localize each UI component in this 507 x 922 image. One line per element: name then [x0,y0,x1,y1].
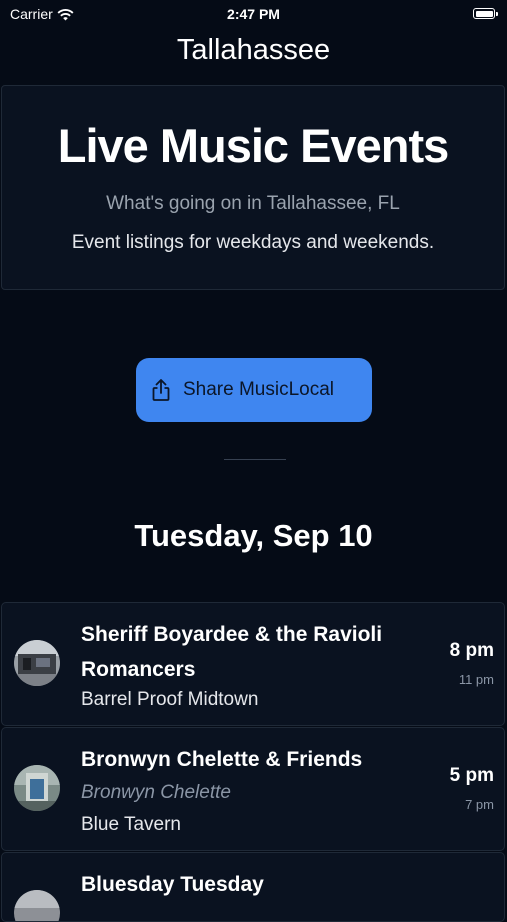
nav-title: Tallahassee [176,34,331,66]
divider [224,459,286,460]
share-icon [152,379,170,401]
event-venue: Blue Tavern [81,814,181,835]
event-title: Sheriff Boyardee & the Ravioli Romancers [81,623,383,681]
status-time: 2:47 PM [227,6,280,22]
hero-card: Live Music Events What's going on in Tal… [1,85,505,290]
event-title: Bronwyn Chelette & Friends [81,748,363,771]
event-card[interactable]: Sheriff Boyardee & the Ravioli Romancers… [1,602,505,726]
event-title: Bluesday Tuesday [81,873,264,896]
event-card[interactable]: Bronwyn Chelette & Friends Bronwyn Chele… [1,727,505,851]
event-artist: Bronwyn Chelette [81,782,231,803]
hero-title: Live Music Events [57,119,450,172]
event-thumbnail [14,890,60,921]
hero-subtitle: What's going on in Tallahassee, FL [106,193,400,214]
hero-description: Event listings for weekdays and weekends… [71,232,435,253]
event-venue: Barrel Proof Midtown [81,689,259,710]
date-heading: Tuesday, Sep 10 [134,518,373,553]
share-button[interactable]: Share MusicLocal [136,358,372,422]
event-card[interactable]: Bluesday Tuesday [1,852,505,922]
share-button-label: Share MusicLocal [183,379,335,400]
event-end-time: 7 pm [465,797,494,812]
event-end-time: 11 pm [458,672,494,687]
status-bar: Carrier 2:47 PM [0,0,507,28]
event-thumbnail [14,765,60,811]
event-start-time: 5 pm [449,765,494,786]
battery-icon [473,8,498,19]
event-start-time: 8 pm [449,640,494,661]
event-thumbnail [14,640,60,686]
